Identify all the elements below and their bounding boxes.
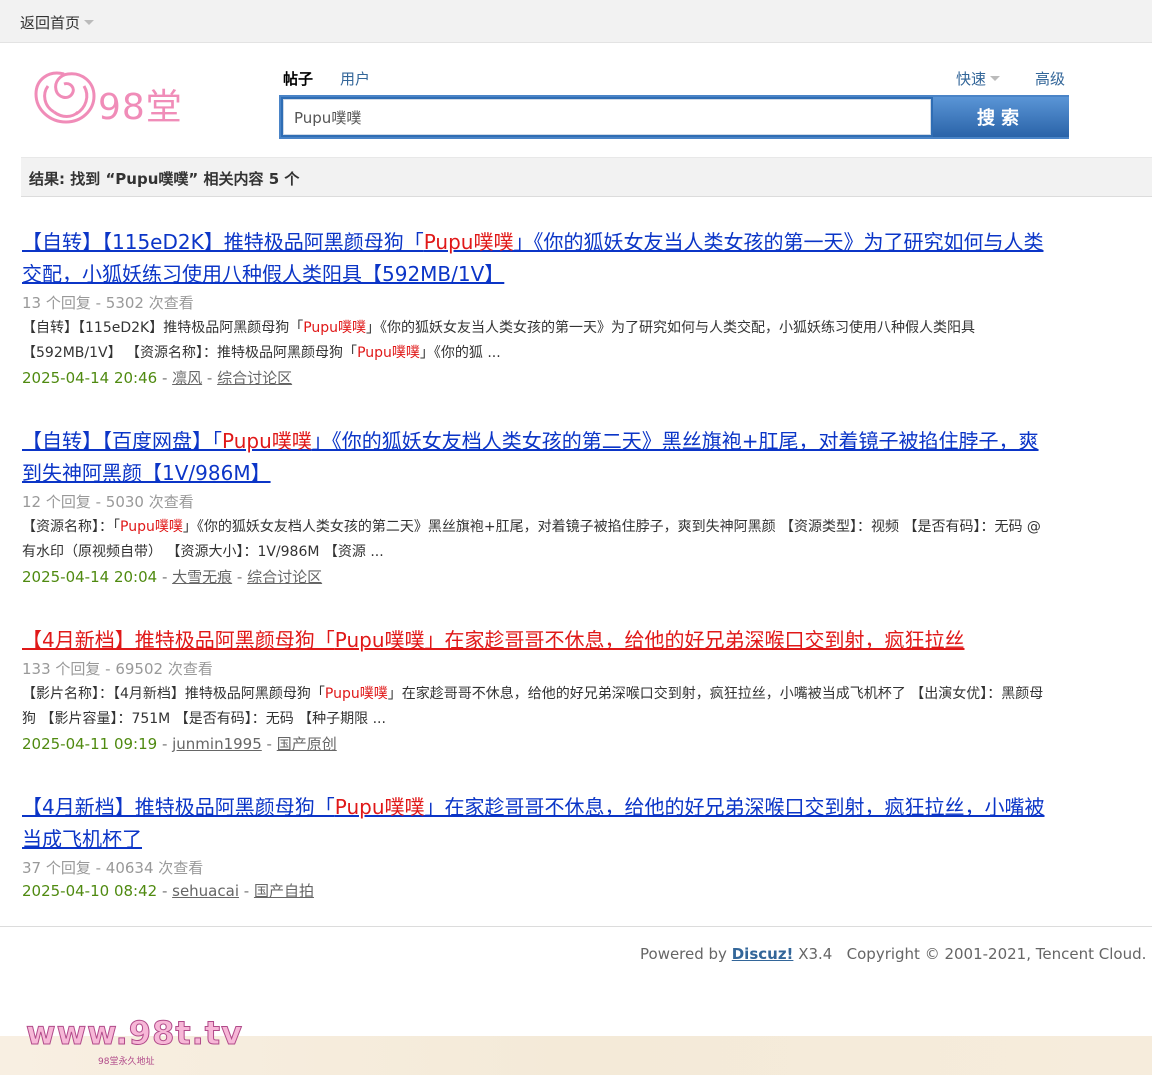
top-bar: 返回首页 [0, 0, 1152, 43]
powered-by: Powered by Discuz! X3.4 Copyright © 2001… [640, 945, 1147, 963]
result-forum-link[interactable]: 综合讨论区 [247, 568, 322, 586]
tab-posts[interactable]: 帖子 [283, 68, 313, 89]
result-forum-link[interactable]: 国产原创 [277, 735, 337, 753]
logo-text: 98堂 [98, 87, 183, 128]
result-stats: 13 个回复 - 5302 次查看 [22, 294, 194, 312]
result-stats: 12 个回复 - 5030 次查看 [22, 493, 194, 511]
result-item: 【4月新档】推特极品阿黑颜母狗「Pupu噗噗」在家趁哥哥不休息，给他的好兄弟深喉… [22, 624, 1052, 755]
copyright-text: Copyright © 2001-2021, Tencent Cloud. [846, 945, 1147, 963]
result-snippet: 【自转】【115eD2K】推特极品阿黑颜母狗「Pupu噗噗」《你的狐妖女友当人类… [22, 320, 976, 361]
result-snippet: 【影片名称】：【4月新档】推特极品阿黑颜母狗「Pupu噗噗」在家趁哥哥不休息，给… [22, 686, 1044, 727]
result-stats: 133 个回复 - 69502 次查看 [22, 660, 213, 678]
advanced-search-link[interactable]: 高级 [1035, 68, 1065, 89]
quick-search-dropdown[interactable]: 快速 [956, 68, 1001, 89]
result-author-link[interactable]: 大雪无痕 [172, 568, 232, 586]
result-author-link[interactable]: junmin1995 [172, 735, 262, 753]
result-title-link[interactable]: 【自转】【115eD2K】推特极品阿黑颜母狗「Pupu噗噗」《你的狐妖女友当人类… [22, 226, 1052, 290]
result-item: 【4月新档】推特极品阿黑颜母狗「Pupu噗噗」在家趁哥哥不休息，给他的好兄弟深喉… [22, 791, 1052, 902]
result-forum-link[interactable]: 综合讨论区 [217, 369, 292, 387]
search-box: 搜索 [279, 95, 1069, 139]
result-footer: 2025-04-14 20:04 - 大雪无痕 - 综合讨论区 [22, 568, 323, 586]
chevron-down-icon [84, 20, 95, 25]
home-link-label: 返回首页 [20, 14, 81, 32]
footer-divider [0, 926, 1152, 927]
result-title-link[interactable]: 【4月新档】推特极品阿黑颜母狗「Pupu噗噗」在家趁哥哥不休息，给他的好兄弟深喉… [22, 791, 1052, 855]
tab-users[interactable]: 用户 [340, 68, 370, 89]
quick-search-label: 快速 [956, 70, 987, 88]
discuz-link[interactable]: Discuz! [732, 945, 794, 963]
result-item: 【自转】【百度网盘】「Pupu噗噗」《你的狐妖女友档人类女孩的第二天》黑丝旗袍+… [22, 425, 1052, 588]
result-title-link[interactable]: 【4月新档】推特极品阿黑颜母狗「Pupu噗噗」在家趁哥哥不休息，给他的好兄弟深喉… [22, 624, 1052, 656]
search-input[interactable] [283, 99, 931, 135]
search-button[interactable]: 搜索 [933, 97, 1069, 137]
result-stats: 37 个回复 - 40634 次查看 [22, 859, 204, 877]
result-forum-link[interactable]: 国产自拍 [254, 882, 314, 900]
chevron-down-icon [990, 76, 1001, 81]
result-date: 2025-04-14 20:46 [22, 369, 158, 387]
watermark-logo: www.98t.tv [26, 1014, 243, 1053]
result-author-link[interactable]: 凛风 [172, 369, 202, 387]
result-author-link[interactable]: sehuacai [172, 882, 239, 900]
home-link[interactable]: 返回首页 [20, 12, 95, 33]
result-item: 【自转】【115eD2K】推特极品阿黑颜母狗「Pupu噗噗」《你的狐妖女友当人类… [22, 226, 1052, 389]
result-title-link[interactable]: 【自转】【百度网盘】「Pupu噗噗」《你的狐妖女友档人类女孩的第二天》黑丝旗袍+… [22, 425, 1052, 489]
result-footer: 2025-04-10 08:42 - sehuacai - 国产自拍 [22, 882, 314, 900]
result-date: 2025-04-14 20:04 [22, 568, 158, 586]
result-date: 2025-04-11 09:19 [22, 735, 158, 753]
result-snippet: 【资源名称】：「Pupu噗噗」《你的狐妖女友档人类女孩的第二天》黑丝旗袍+肛尾，… [22, 519, 1041, 560]
results-summary: 结果: 找到 “Pupu噗噗” 相关内容 5 个 [29, 170, 300, 188]
result-date: 2025-04-10 08:42 [22, 882, 158, 900]
results-list: 【自转】【115eD2K】推特极品阿黑颜母狗「Pupu噗噗」《你的狐妖女友当人类… [22, 226, 1052, 938]
watermark-subtitle: 98堂永久地址 [98, 1057, 155, 1067]
result-footer: 2025-04-11 09:19 - junmin1995 - 国产原创 [22, 735, 337, 753]
result-footer: 2025-04-14 20:46 - 凛风 - 综合讨论区 [22, 369, 293, 387]
results-header-bar: 结果: 找到 “Pupu噗噗” 相关内容 5 个 [21, 157, 1152, 197]
